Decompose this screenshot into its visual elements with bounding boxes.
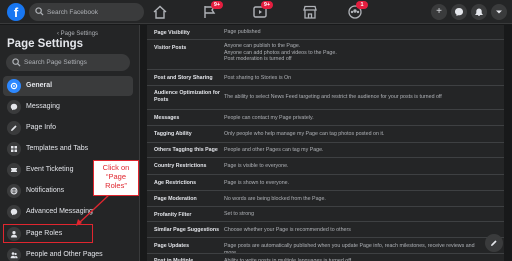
sidebar-item-label: Notifications xyxy=(26,187,65,194)
setting-value: Post sharing to Stories is On xyxy=(224,75,292,81)
bell-icon xyxy=(475,8,483,16)
settings-row[interactable]: Others Tagging this Page People and other… xyxy=(147,142,504,157)
plus-icon: + xyxy=(436,6,442,17)
annotation-line: Roles” xyxy=(105,181,127,190)
settings-row[interactable]: Post and Story Sharing Post sharing to St… xyxy=(147,69,504,85)
settings-row[interactable]: Page Visibility Page published xyxy=(147,25,504,39)
setting-value: People can contact my Page privately. xyxy=(224,115,314,121)
create-button[interactable]: + xyxy=(431,4,447,20)
annotation-line: Click on xyxy=(102,163,130,172)
account-menu-button[interactable] xyxy=(491,4,507,20)
setting-value: Page is visible to everyone. xyxy=(224,163,289,169)
setting-label: Age Restrictions xyxy=(154,180,197,186)
notifications-button[interactable] xyxy=(471,4,487,20)
setting-label: Page Visibility xyxy=(154,30,190,36)
groups-notification-badge: 1 xyxy=(356,1,368,9)
setting-label: Messages xyxy=(154,115,180,121)
gear-icon xyxy=(7,79,21,93)
facebook-search-input[interactable] xyxy=(47,3,142,21)
sidebar-item-page-info[interactable]: Page Info xyxy=(3,118,133,138)
settings-row[interactable]: Page Updates Page posts are automatically… xyxy=(147,237,504,256)
sidebar-item-label: General xyxy=(26,82,53,89)
ticket-icon xyxy=(7,163,21,177)
pages-notification-badge: 9+ xyxy=(211,1,223,9)
watch-nav-button[interactable]: 9+ xyxy=(252,1,273,20)
setting-label: Post and Story Sharing xyxy=(154,75,213,81)
people-icon xyxy=(7,248,21,261)
setting-value: Page is shown to everyone. xyxy=(224,180,290,186)
messenger-icon xyxy=(455,8,463,16)
annotation-callout: Click on “Page Roles” xyxy=(93,160,139,196)
globe-icon xyxy=(7,184,21,198)
sidebar-item-general[interactable]: General xyxy=(3,76,133,96)
breadcrumb[interactable]: ‹ Page Settings xyxy=(57,31,98,37)
top-navigation-bar: f 9+ 9+ 1 xyxy=(0,0,512,24)
setting-label: Page Moderation xyxy=(154,196,197,202)
grid-icon xyxy=(7,142,21,156)
settings-row[interactable]: Tagging Ability Only people who help mana… xyxy=(147,125,504,142)
sidebar-item-label: Event Ticketing xyxy=(26,166,74,173)
messenger-icon xyxy=(7,100,21,114)
settings-search-input[interactable] xyxy=(24,54,124,71)
watch-notification-badge: 9+ xyxy=(261,1,273,9)
setting-value: Set to strong xyxy=(224,211,255,217)
settings-row[interactable]: Age Restrictions Page is shown to everyon… xyxy=(147,174,504,190)
general-settings-panel: Page Visibility Page published Visitor Pos… xyxy=(147,25,504,261)
sidebar-item-people-and-other-pages[interactable]: People and Other Pages xyxy=(3,245,133,261)
shop-icon xyxy=(303,5,317,19)
marketplace-nav-button[interactable] xyxy=(302,4,318,20)
setting-label: Tagging Ability xyxy=(154,131,192,137)
settings-row[interactable]: Similar Page Suggestions Choose whether y… xyxy=(147,221,504,237)
sidebar-item-label: Page Info xyxy=(26,124,56,131)
page-title: Page Settings xyxy=(7,38,84,50)
setting-label: Visitor Posts xyxy=(154,45,187,51)
settings-row[interactable]: Visitor Posts Anyone can publish to the P… xyxy=(147,39,504,69)
settings-row[interactable]: Page Moderation No words are being blocke… xyxy=(147,190,504,206)
setting-value: The ability to select News Feed targetin… xyxy=(224,94,442,100)
setting-value: Page published xyxy=(224,29,261,35)
settings-row[interactable]: Audience Optimization for Posts The abili… xyxy=(147,85,504,109)
setting-value: No words are being blocked from the Page… xyxy=(224,196,326,202)
settings-main: Page Visibility Page published Visitor Pos… xyxy=(141,25,512,261)
chevron-down-icon xyxy=(496,10,502,14)
setting-value: Anyone can publish to the Page. Anyone c… xyxy=(224,43,337,62)
annotation-line: “Page xyxy=(105,172,126,181)
groups-nav-button[interactable]: 1 xyxy=(347,1,368,20)
home-icon xyxy=(153,5,167,19)
home-nav-button[interactable] xyxy=(152,4,168,20)
search-icon xyxy=(35,7,44,16)
setting-label: Others Tagging this Page xyxy=(154,147,218,153)
compose-icon xyxy=(491,240,497,246)
sidebar-item-label: Messaging xyxy=(26,103,60,110)
setting-value: Only people who help manage my Page can … xyxy=(224,131,385,137)
pages-nav-button[interactable]: 9+ xyxy=(202,1,223,20)
messenger-icon xyxy=(7,205,21,219)
setting-value: Choose whether your Page is recommended … xyxy=(224,227,351,233)
sidebar-item-label: People and Other Pages xyxy=(26,251,103,258)
settings-row[interactable]: Country Restrictions Page is visible to e… xyxy=(147,157,504,174)
setting-value: People and other Pages can tag my Page. xyxy=(224,147,324,153)
setting-label: Similar Page Suggestions xyxy=(154,227,220,233)
setting-label: Audience Optimization for Posts xyxy=(154,90,220,103)
setting-label: Page Updates xyxy=(154,243,190,249)
messenger-button[interactable] xyxy=(451,4,467,20)
pencil-icon xyxy=(7,121,21,135)
settings-search-box[interactable] xyxy=(6,54,130,71)
facebook-search-box[interactable] xyxy=(29,3,144,21)
facebook-logo[interactable]: f xyxy=(7,3,25,21)
setting-label: Profanity Filter xyxy=(154,212,192,218)
settings-row[interactable]: Messages People can contact my Page priva… xyxy=(147,109,504,125)
sidebar-item-messaging[interactable]: Messaging xyxy=(3,97,133,117)
settings-row[interactable]: Profanity Filter Set to strong xyxy=(147,206,504,221)
annotation-arrow xyxy=(76,193,111,226)
settings-row[interactable]: Post in Multiple LanguagesAbility to wri… xyxy=(147,253,504,261)
sidebar-item-label: Templates and Tabs xyxy=(26,145,89,152)
new-message-button[interactable] xyxy=(485,234,503,252)
sidebar-item-templates-and-tabs[interactable]: Templates and Tabs xyxy=(3,139,133,159)
setting-label: Country Restrictions xyxy=(154,163,207,169)
search-icon xyxy=(12,58,21,67)
